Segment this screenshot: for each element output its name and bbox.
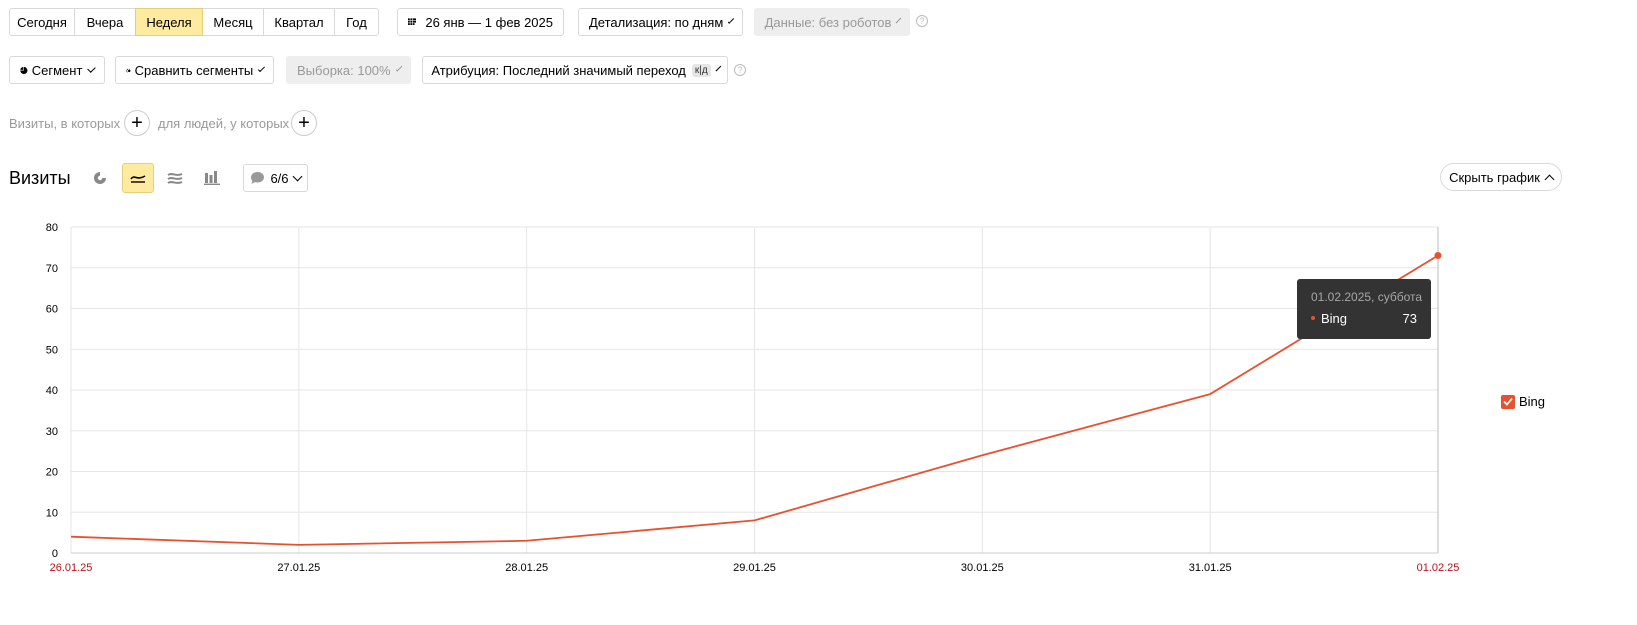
area-chart-icon [167, 172, 183, 184]
segment-label: Сегмент [31, 62, 83, 78]
date-range-label: 26 янв — 1 фев 2025 [425, 14, 553, 30]
chevron-down-icon [395, 64, 403, 72]
x-tick-label: 27.01.25 [277, 562, 320, 574]
x-tick-label: 26.01.25 [50, 562, 93, 574]
hide-chart-label: Скрыть график [1449, 169, 1540, 185]
compare-icon [126, 68, 131, 72]
detail-dropdown[interactable]: Детализация: по дням [578, 8, 743, 36]
help-icon[interactable]: ? [734, 64, 746, 76]
tab-week[interactable]: Неделя [135, 8, 203, 36]
chevron-down-icon [715, 65, 722, 71]
y-tick-label: 20 [46, 467, 58, 479]
segment-dropdown[interactable]: Сегмент [9, 56, 105, 84]
chevron-down-icon [292, 171, 302, 181]
compare-segments-dropdown[interactable]: Сравнить сегменты [115, 56, 274, 84]
data-filter-label: Данные: без роботов [764, 14, 892, 30]
tooltip-value: 73 [1402, 311, 1417, 326]
plus-icon: + [131, 112, 143, 134]
calendar-icon [408, 18, 417, 25]
period-tabs: Сегодня Вчера Неделя Месяц Квартал Год [9, 8, 379, 36]
attribution-badge: к|д [691, 63, 711, 77]
series-dot [1311, 316, 1315, 320]
tab-quarter[interactable]: Квартал [263, 8, 335, 36]
y-tick-label: 70 [46, 263, 58, 275]
line-chart-icon [130, 175, 146, 183]
line-chart-view-button[interactable] [122, 163, 154, 193]
tab-today[interactable]: Сегодня [9, 8, 75, 36]
tab-year[interactable]: Год [334, 8, 379, 36]
chart-tooltip: 01.02.2025, суббота Bing 73 [1297, 279, 1431, 339]
chevron-down-icon [896, 17, 902, 23]
report-title: Визиты [9, 168, 71, 188]
annotations-dropdown[interactable]: 6/6 [243, 164, 308, 192]
pie-icon [20, 66, 28, 74]
legend-item-bing[interactable]: Bing [1501, 394, 1545, 409]
x-tick-label: 31.01.25 [1189, 562, 1232, 574]
bar-chart-icon [204, 171, 220, 185]
chevron-down-icon [87, 63, 96, 73]
y-tick-label: 10 [46, 507, 58, 519]
annotations-count: 6/6 [270, 170, 289, 186]
x-tick-label: 30.01.25 [961, 562, 1004, 574]
chevron-down-icon [258, 64, 266, 72]
add-visits-filter-button[interactable]: + [124, 110, 150, 136]
chevron-up-icon [1544, 174, 1555, 184]
detail-label: Детализация: по дням [589, 14, 724, 30]
y-tick-label: 50 [46, 344, 58, 356]
sample-dropdown[interactable]: Выборка: 100% [286, 56, 411, 84]
y-tick-label: 30 [46, 426, 58, 438]
x-tick-label: 01.02.25 [1417, 562, 1460, 574]
date-range-button[interactable]: 26 янв — 1 фев 2025 [397, 8, 564, 36]
tooltip-date: 01.02.2025, суббота [1311, 290, 1423, 304]
tooltip-series-name: Bing [1321, 311, 1348, 326]
x-tick-label: 29.01.25 [733, 562, 776, 574]
y-tick-label: 60 [46, 304, 58, 316]
people-filter-label: для людей, у которых [158, 116, 290, 131]
y-tick-label: 80 [46, 222, 58, 234]
y-tick-label: 40 [46, 385, 58, 397]
tab-month[interactable]: Месяц [202, 8, 264, 36]
plus-icon: + [298, 112, 310, 134]
y-tick-label: 0 [52, 548, 58, 560]
data-filter-dropdown[interactable]: Данные: без роботов [754, 8, 910, 36]
comment-icon [251, 172, 265, 184]
visits-filter-label: Визиты, в которых [9, 116, 121, 131]
tab-yesterday[interactable]: Вчера [74, 8, 136, 36]
checkbox-icon[interactable] [1501, 394, 1515, 409]
data-point-highlight [1434, 252, 1442, 260]
sample-label: Выборка: 100% [297, 62, 391, 78]
attribution-label: Атрибуция: Последний значимый переход [431, 62, 686, 78]
attribution-dropdown[interactable]: Атрибуция: Последний значимый переход к|… [422, 56, 728, 84]
legend-label: Bing [1519, 394, 1546, 409]
bar-chart-view-button[interactable] [196, 163, 228, 193]
area-chart-view-button[interactable] [159, 163, 191, 193]
chevron-down-icon [728, 16, 735, 24]
hide-chart-button[interactable]: Скрыть график [1440, 163, 1562, 191]
add-people-filter-button[interactable]: + [291, 110, 317, 136]
series-line-bing [70, 254, 1439, 546]
compare-label: Сравнить сегменты [134, 62, 254, 78]
pie-chart-icon [94, 172, 106, 184]
pie-chart-view-button[interactable] [84, 163, 116, 193]
x-tick-label: 28.01.25 [505, 562, 548, 574]
help-icon[interactable]: ? [916, 15, 928, 27]
